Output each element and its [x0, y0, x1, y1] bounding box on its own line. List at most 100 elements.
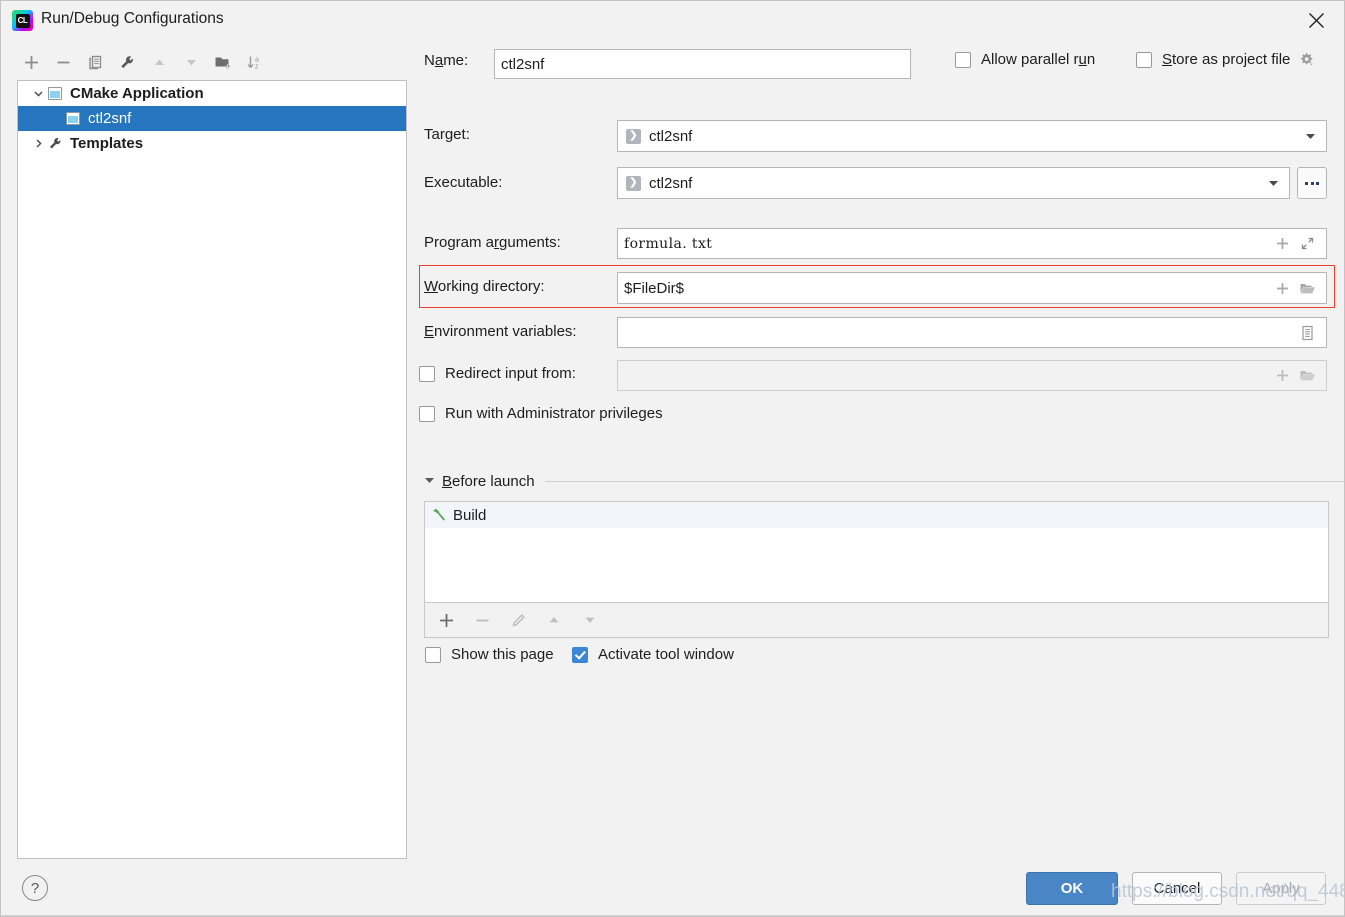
working-directory-browse-folder-icon[interactable]	[1298, 278, 1316, 298]
allow-parallel-run-checkbox-row[interactable]: Allow parallel run	[955, 51, 1095, 68]
redirect-input-browse-folder-icon[interactable]	[1298, 366, 1316, 386]
target-combobox[interactable]: ❯ ctl2snf	[617, 120, 1327, 152]
executable-combobox[interactable]: ❯ ctl2snf	[617, 167, 1290, 199]
edit-templates-button[interactable]	[111, 48, 143, 76]
ok-button-label: OK	[1060, 880, 1084, 897]
configurations-toolbar: a z	[15, 47, 407, 77]
working-directory-input[interactable]: $FileDir$	[617, 272, 1327, 304]
redirect-input-from-checkbox[interactable]	[419, 365, 435, 382]
run-as-administrator-checkbox-row[interactable]: Run with Administrator privileges	[419, 405, 663, 422]
help-button[interactable]: ?	[22, 875, 48, 901]
move-up-button[interactable]	[143, 48, 175, 76]
tree-item-ctl2snf[interactable]: ctl2snf	[18, 106, 406, 131]
run-target-icon: ❯	[626, 175, 641, 191]
close-icon[interactable]	[1294, 5, 1338, 35]
cancel-button[interactable]: Cancel	[1132, 872, 1222, 905]
redirect-input-from-input[interactable]	[617, 360, 1327, 391]
show-this-page-checkbox[interactable]	[425, 646, 441, 663]
target-value: ctl2snf	[649, 127, 693, 145]
before-launch-label: Before launch	[442, 472, 535, 490]
sort-configurations-button[interactable]: a z	[239, 48, 271, 76]
move-down-button[interactable]	[175, 48, 207, 76]
working-directory-label: Working directory:	[424, 278, 545, 295]
chevron-down-icon[interactable]	[28, 88, 48, 99]
section-divider	[544, 480, 1344, 482]
cancel-button-label: Cancel	[1153, 880, 1201, 897]
chevron-right-icon[interactable]	[28, 138, 48, 149]
clion-logo-icon: CL	[12, 10, 33, 31]
page-title: Run/Debug Configurations	[41, 10, 224, 27]
environment-variables-label: Environment variables:	[424, 323, 577, 340]
before-launch-toolbar	[424, 603, 1329, 638]
before-launch-task-label: Build	[453, 506, 487, 524]
tree-item-label: CMake Application	[70, 85, 204, 102]
redirect-input-from-checkbox-row[interactable]: Redirect input from:	[419, 365, 576, 382]
executable-browse-button[interactable]	[1297, 167, 1327, 199]
tree-item-templates[interactable]: Templates	[18, 131, 406, 156]
executable-label: Executable:	[424, 174, 503, 191]
tree-item-label: Templates	[70, 135, 144, 152]
activate-tool-window-label: Activate tool window	[598, 646, 734, 663]
program-arguments-expand-icon[interactable]	[1298, 234, 1316, 254]
svg-text:z: z	[255, 63, 259, 70]
redirect-input-from-label: Redirect input from:	[445, 365, 576, 382]
gear-dropdown-icon[interactable]	[1298, 51, 1315, 68]
store-as-project-file-checkbox-row[interactable]: Store as project file	[1136, 51, 1315, 68]
working-directory-row: Working directory:	[424, 278, 545, 295]
run-as-administrator-label: Run with Administrator privileges	[445, 405, 663, 422]
cmake-application-icon	[48, 87, 70, 100]
before-launch-task-build[interactable]: Build	[425, 502, 1328, 528]
apply-button-label: Apply	[1262, 880, 1300, 897]
program-arguments-insert-macro-icon[interactable]	[1273, 234, 1291, 254]
move-task-up-button[interactable]	[542, 608, 566, 632]
copy-configuration-button[interactable]	[79, 48, 111, 76]
environment-variables-row: Environment variables:	[424, 323, 577, 340]
triangle-down-icon[interactable]	[424, 472, 435, 490]
run-configuration-icon	[66, 112, 88, 125]
environment-variables-input[interactable]	[617, 317, 1327, 348]
environment-variables-edit-icon[interactable]	[1298, 323, 1316, 343]
program-arguments-input[interactable]: formula. txt	[617, 228, 1327, 259]
program-arguments-label: Program arguments:	[424, 234, 561, 251]
run-as-administrator-checkbox[interactable]	[419, 405, 435, 422]
store-as-project-file-checkbox[interactable]	[1136, 51, 1152, 68]
name-field-row: Name:	[424, 52, 468, 69]
program-arguments-value: formula. txt	[624, 235, 713, 252]
tree-item-cmake-application[interactable]: CMake Application	[18, 81, 406, 106]
activate-tool-window-checkbox-row[interactable]: Activate tool window	[572, 646, 734, 663]
target-row: Target:	[424, 126, 470, 143]
chevron-down-icon[interactable]	[1268, 175, 1279, 192]
name-label: Name:	[424, 52, 469, 69]
add-task-button[interactable]	[434, 608, 458, 632]
allow-parallel-run-label: Allow parallel run	[981, 51, 1096, 68]
tree-item-label: ctl2snf	[88, 110, 132, 127]
chevron-down-icon[interactable]	[1305, 128, 1316, 145]
target-label: Target:	[424, 126, 470, 143]
name-input[interactable]: ctl2snf	[494, 49, 911, 79]
working-directory-insert-macro-icon[interactable]	[1273, 278, 1291, 298]
add-configuration-button[interactable]	[15, 48, 47, 76]
activate-tool-window-checkbox[interactable]	[572, 646, 588, 663]
remove-task-button[interactable]	[470, 608, 494, 632]
edit-task-button[interactable]	[506, 608, 530, 632]
new-folder-button[interactable]	[207, 48, 239, 76]
run-debug-configurations-dialog: CL Run/Debug Configurations a z CMake Ap…	[0, 0, 1345, 917]
title-bar: CL Run/Debug Configurations	[1, 1, 1344, 40]
remove-configuration-button[interactable]	[47, 48, 79, 76]
executable-row: Executable:	[424, 174, 502, 191]
run-target-icon: ❯	[626, 128, 641, 144]
configurations-tree[interactable]: CMake Application ctl2snf Templates	[17, 80, 407, 859]
svg-text:a: a	[255, 56, 259, 63]
ok-button[interactable]: OK	[1026, 872, 1118, 905]
apply-button[interactable]: Apply	[1236, 872, 1326, 905]
move-task-down-button[interactable]	[578, 608, 602, 632]
redirect-input-insert-macro-icon[interactable]	[1273, 366, 1291, 386]
show-this-page-label: Show this page	[451, 646, 554, 663]
name-input-value: ctl2snf	[501, 55, 545, 73]
executable-value: ctl2snf	[649, 174, 693, 192]
hammer-icon	[431, 507, 453, 523]
allow-parallel-run-checkbox[interactable]	[955, 51, 971, 68]
before-launch-task-list[interactable]: Build	[424, 501, 1329, 603]
show-this-page-checkbox-row[interactable]: Show this page	[425, 646, 554, 663]
before-launch-header[interactable]: Before launch	[424, 472, 1344, 490]
